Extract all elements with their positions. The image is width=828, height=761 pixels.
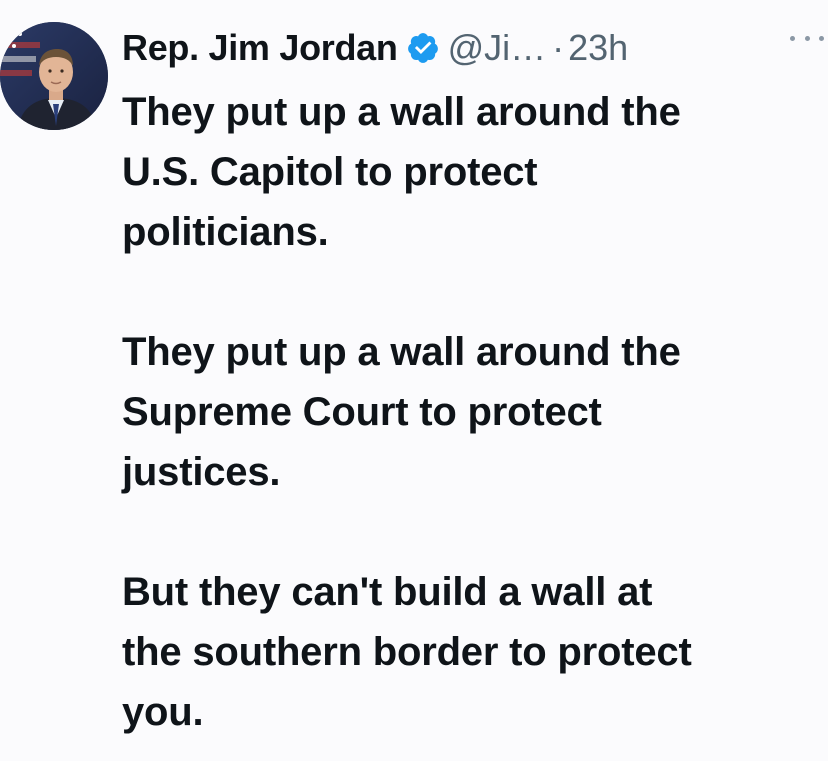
tweet-paragraph: But they can't build a wall at the south…	[122, 562, 812, 742]
tweet-text: They put up a wall around the U.S. Capit…	[122, 82, 812, 742]
separator-dot: ·	[552, 27, 565, 68]
text-line: justices.	[122, 450, 281, 494]
text-line: the southern border to protect	[122, 630, 692, 674]
profile-photo	[0, 22, 108, 130]
avatar[interactable]	[0, 22, 108, 130]
more-options-icon[interactable]	[790, 28, 824, 48]
text-line: But they can't build a wall at	[122, 570, 653, 614]
timestamp[interactable]: 23h	[568, 24, 628, 72]
text-line: you.	[122, 690, 204, 734]
text-line: Supreme Court to protect	[122, 390, 602, 434]
author-name[interactable]: Rep. Jim Jordan	[122, 24, 398, 72]
text-line: They put up a wall around the	[122, 90, 681, 134]
tweet[interactable]: Rep. Jim Jordan @Ji… · 23h They put up a…	[0, 0, 828, 761]
tweet-paragraph: They put up a wall around the U.S. Capit…	[122, 82, 812, 262]
more-dot	[790, 35, 795, 41]
author-handle[interactable]: @Ji…	[448, 24, 547, 72]
tweet-header: Rep. Jim Jordan @Ji… · 23h	[122, 24, 628, 72]
text-line: They put up a wall around the	[122, 330, 681, 374]
more-dot	[804, 35, 810, 41]
verified-badge-icon[interactable]	[406, 31, 440, 65]
text-line: U.S. Capitol to protect	[122, 150, 538, 194]
more-dot	[819, 35, 824, 41]
text-line: politicians.	[122, 210, 329, 254]
tweet-paragraph: They put up a wall around the Supreme Co…	[122, 322, 812, 502]
